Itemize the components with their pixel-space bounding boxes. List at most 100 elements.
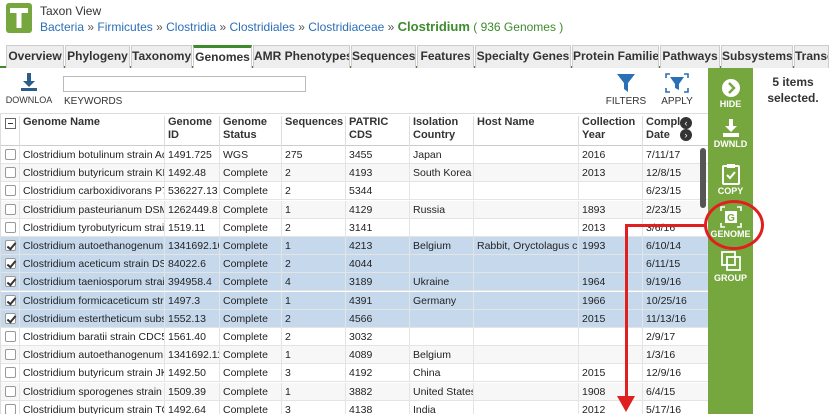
table-row[interactable]: Clostridium butyricum strain TOA 1492.64 C… (1, 400, 708, 414)
row-checkbox[interactable] (5, 385, 16, 397)
row-checkbox[interactable] (5, 276, 16, 288)
tab-subsystems[interactable]: Subsystems (721, 45, 793, 68)
cell-collection-year (578, 346, 642, 365)
table-row[interactable]: Clostridium autoethanogenum DSM1341692.1… (1, 237, 708, 255)
tab-features[interactable]: Features (417, 45, 474, 68)
cell-collection-year: 2015 (578, 364, 642, 383)
row-checkbox[interactable] (5, 312, 16, 324)
cell-genome-name: Clostridium pasteurianum DSM 525 (19, 200, 164, 219)
breadcrumb-item[interactable]: Clostridiaceae (308, 20, 384, 34)
tab-protein-families[interactable]: Protein Families (572, 45, 659, 68)
tab-amr-phenotypes[interactable]: AMR Phenotypes (253, 45, 350, 68)
table-row[interactable]: Clostridium formicaceticum strain A1497.… (1, 291, 708, 310)
view-label: Taxon View (40, 4, 102, 18)
table-row[interactable]: Clostridium tyrobutyricum strain KC1519.… (1, 218, 708, 237)
apply-button[interactable]: APPLY (657, 72, 697, 107)
filters-label: FILTERS (605, 96, 647, 107)
tab-transcriptomics[interactable]: Transc (794, 45, 829, 68)
cell-genome-id: 394958.4 (164, 273, 219, 292)
column-header-host-name[interactable]: Host Name (473, 116, 578, 146)
cell-completion-date: 5/17/16 (642, 400, 702, 414)
cell-sequences: 2 (281, 218, 345, 237)
column-scroll-controls[interactable]: ‹ › (680, 117, 706, 141)
scroll-left-icon[interactable]: ‹ (680, 117, 692, 129)
cell-sequences: 1 (281, 382, 345, 401)
row-checkbox[interactable] (5, 240, 16, 251)
cell-genome-id: 1497.3 (164, 291, 219, 310)
cell-patric-cds: 4213 (345, 237, 409, 255)
cell-genome-name: Clostridium aceticum strain DSM 1 (19, 255, 164, 274)
group-label: GROUP (713, 273, 747, 283)
breadcrumb-item[interactable]: Clostridia (166, 20, 216, 34)
table-row[interactable]: Clostridium carboxidivorans P7 536227.13 C… (1, 182, 708, 201)
cell-completion-date: 3/6/16 (642, 218, 702, 237)
tab-specialty-genes[interactable]: Specialty Genes (475, 45, 571, 68)
breadcrumb-item[interactable]: Firmicutes (97, 20, 152, 34)
cell-collection-year: 2015 (578, 309, 642, 328)
vertical-scrollbar[interactable] (700, 148, 706, 208)
table-row[interactable]: Clostridium sporogenes strain DSM1509.39… (1, 382, 708, 401)
row-checkbox[interactable] (5, 294, 16, 306)
cell-sequences: 4 (281, 273, 345, 292)
table-row[interactable]: Clostridium botulinum strain Adk201491.7… (1, 146, 708, 164)
tab-overview[interactable]: Overview (6, 45, 64, 68)
row-checkbox[interactable] (5, 331, 16, 342)
annotation-highlight-circle (704, 200, 764, 250)
keywords-input[interactable] (63, 76, 306, 92)
row-checkbox[interactable] (5, 403, 16, 414)
breadcrumb-item[interactable]: Clostridiales (230, 20, 295, 34)
table-row[interactable]: Clostridium butyricum strain JKY6D1492.5… (1, 364, 708, 383)
row-checkbox[interactable] (5, 149, 16, 160)
column-header-genome-status[interactable]: Genome Status (219, 116, 281, 146)
column-header-isolation-country[interactable]: Isolation Country (409, 116, 473, 146)
cell-genome-status: Complete (219, 291, 281, 310)
cell-host-name (473, 346, 578, 365)
copy-label: COPY (717, 186, 744, 196)
tab-genomes[interactable]: Genomes (193, 45, 252, 69)
breadcrumb-item[interactable]: Bacteria (40, 20, 84, 34)
cell-completion-date: 12/9/16 (642, 364, 702, 383)
sidebar-download-button[interactable]: DWNLD (708, 118, 753, 149)
table-row[interactable]: Clostridium autoethanogenum DSM1341692.1… (1, 346, 708, 365)
table-row[interactable]: Clostridium pasteurianum DSM 5251262449.… (1, 200, 708, 219)
column-header-genome-id[interactable]: Genome ID (164, 116, 219, 146)
tab-phylogeny[interactable]: Phylogeny (65, 45, 130, 68)
column-header-collection-year[interactable]: Collection Year (578, 116, 642, 146)
cell-completion-date: 10/25/16 (642, 291, 702, 310)
hide-button[interactable]: HIDE (708, 78, 753, 109)
row-checkbox[interactable] (5, 349, 16, 361)
row-checkbox[interactable] (5, 258, 16, 270)
cell-collection-year: 1893 (578, 200, 642, 219)
table-row[interactable]: Clostridium taeniosporum strain 1/k39495… (1, 273, 708, 292)
table-row[interactable]: Clostridium butyricum strain KNU-L1492.4… (1, 164, 708, 183)
cell-host-name (473, 328, 578, 346)
table-row[interactable]: Clostridium aceticum strain DSM 184022.6… (1, 255, 708, 274)
scroll-right-icon[interactable]: › (680, 129, 692, 141)
table-row[interactable]: Clostridium baratii strain CDC51261561.4… (1, 328, 708, 346)
cell-genome-id: 1552.13 (164, 309, 219, 328)
tab-sequences[interactable]: Sequences (351, 45, 416, 68)
cell-genome-status: Complete (219, 346, 281, 365)
download-button[interactable]: DOWNLOA (4, 70, 54, 110)
select-all-checkbox[interactable] (5, 118, 16, 129)
row-checkbox[interactable] (5, 185, 16, 197)
group-button[interactable]: GROUP (708, 250, 753, 283)
genome-count: ( 936 Genomes ) (473, 20, 564, 34)
table-row[interactable]: Clostridium estertheticum subsp. e1552.1… (1, 309, 708, 328)
tab-pathways[interactable]: Pathways (660, 45, 720, 68)
row-checkbox[interactable] (5, 167, 16, 179)
filters-button[interactable]: FILTERS (604, 72, 648, 107)
cell-genome-id: 1492.64 (164, 400, 219, 414)
tab-taxonomy[interactable]: Taxonomy (131, 45, 192, 68)
cell-genome-name: Clostridium baratii strain CDC5126 (19, 328, 164, 346)
column-header-completion-date[interactable]: Completion Date (642, 116, 680, 146)
copy-button[interactable]: COPY (708, 163, 753, 196)
cell-sequences: 2 (281, 309, 345, 328)
row-checkbox[interactable] (5, 367, 16, 379)
row-checkbox[interactable] (5, 203, 16, 215)
column-header-sequences[interactable]: Sequences (281, 116, 345, 146)
column-header-genome-name[interactable]: Genome Name (19, 116, 164, 146)
column-header-patric-cds[interactable]: PATRIC CDS (345, 116, 409, 146)
download-icon (21, 73, 37, 91)
row-checkbox[interactable] (5, 221, 16, 233)
